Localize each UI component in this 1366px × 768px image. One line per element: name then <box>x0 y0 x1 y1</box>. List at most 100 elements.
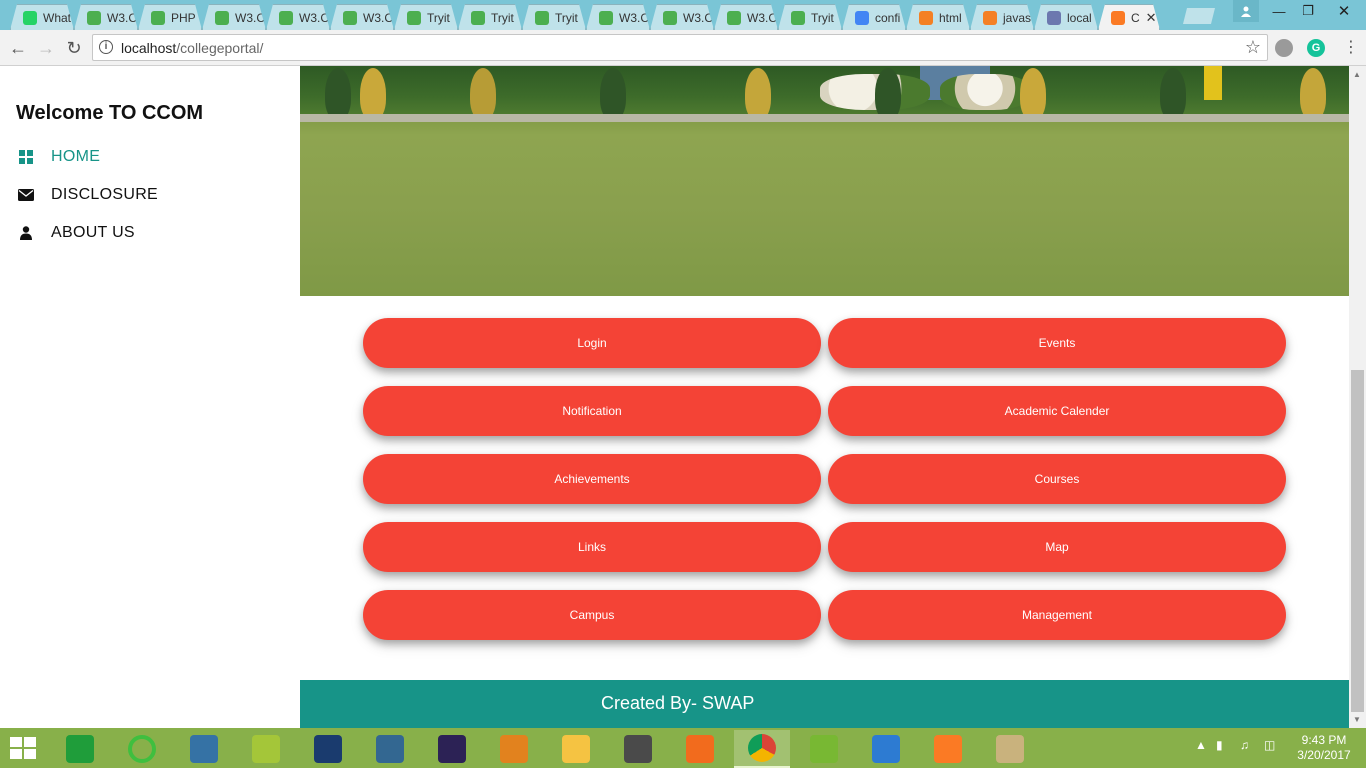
sidebar-item-disclosure[interactable]: DISCLOSURE <box>16 183 158 207</box>
network-icon[interactable]: ▮ <box>1216 738 1223 752</box>
campus-button[interactable]: Campus <box>363 590 821 640</box>
browser-tab[interactable]: html <box>906 4 970 30</box>
browser-tab[interactable]: W3.C <box>650 4 714 30</box>
grammarly-icon[interactable]: G <box>1307 39 1325 57</box>
achievements-button[interactable]: Achievements <box>363 454 821 504</box>
welcome-heading: Welcome TO CCOM <box>16 102 204 124</box>
tab-list: What W3.C PHP W3.C W3.C W3.C Tryit Tryit Tryit W3… <box>10 4 1160 30</box>
stackoverflow-icon <box>919 11 933 25</box>
browser-tab[interactable]: W3.C <box>266 4 330 30</box>
taskbar-app[interactable] <box>982 730 1038 768</box>
tree <box>875 68 901 120</box>
close-tab-icon[interactable]: ✕ <box>1146 10 1157 26</box>
store-icon <box>66 735 94 763</box>
taskbar-clock[interactable]: 9:43 PM 3/20/2017 <box>1292 733 1356 763</box>
taskbar-app[interactable] <box>114 730 170 768</box>
academic-calender-button[interactable]: Academic Calender <box>828 386 1286 436</box>
taskbar-app[interactable] <box>300 730 356 768</box>
info-icon[interactable]: i <box>99 40 113 54</box>
windows-start-icon[interactable] <box>10 737 38 761</box>
browser-tab[interactable]: W3.C <box>714 4 778 30</box>
url-text: localhost/collegeportal/ <box>121 40 264 56</box>
browser-tab[interactable]: W3.C <box>330 4 394 30</box>
chrome-icon <box>748 734 776 762</box>
page-scrollbar[interactable]: ▲ ▼ <box>1349 66 1366 728</box>
w3schools-icon <box>727 11 741 25</box>
taskbar-app[interactable] <box>424 730 480 768</box>
shrub <box>360 68 386 120</box>
taskbar-app[interactable] <box>548 730 604 768</box>
new-tab-button[interactable] <box>1183 8 1215 24</box>
close-window-button[interactable]: ✕ <box>1322 0 1366 22</box>
menu-icon[interactable]: ⋮ <box>1343 38 1359 58</box>
taskbar-app[interactable] <box>52 730 108 768</box>
browser-tab[interactable]: W3.C <box>586 4 650 30</box>
windows-taskbar: ▲ ▮ ♫ ◫ 9:43 PM 3/20/2017 <box>0 728 1366 768</box>
taskbar-app[interactable] <box>486 730 542 768</box>
python-icon <box>190 735 218 763</box>
taskbar-app[interactable] <box>796 730 852 768</box>
back-button[interactable]: ← <box>6 36 30 60</box>
taskbar-app[interactable] <box>734 730 790 768</box>
browser-tab[interactable]: What <box>10 4 74 30</box>
restore-button[interactable]: ❐ <box>1293 0 1323 22</box>
links-button[interactable]: Links <box>363 522 821 572</box>
clock-date: 3/20/2017 <box>1297 748 1351 762</box>
sidebar-item-home[interactable]: HOME <box>16 145 100 169</box>
events-button[interactable]: Events <box>828 318 1286 368</box>
whatsapp-icon <box>23 11 37 25</box>
tab-title: C <box>1131 10 1140 25</box>
management-button[interactable]: Management <box>828 590 1286 640</box>
w3schools-icon <box>535 11 549 25</box>
map-button[interactable]: Map <box>828 522 1286 572</box>
minimize-button[interactable]: — <box>1264 0 1294 22</box>
browser-tab[interactable]: W3.C <box>74 4 138 30</box>
scroll-down-icon[interactable]: ▼ <box>1353 715 1361 724</box>
browser-tab[interactable]: Tryit <box>394 4 458 30</box>
shrub <box>745 68 771 120</box>
browser-tab[interactable]: PHP <box>138 4 202 30</box>
google-icon <box>855 11 869 25</box>
taskbar-app[interactable] <box>610 730 666 768</box>
address-bar[interactable]: i localhost/collegeportal/ ☆ <box>92 34 1268 61</box>
taskbar-app[interactable] <box>238 730 294 768</box>
idm-icon <box>872 735 900 763</box>
circle-app-icon <box>128 735 156 763</box>
sidebar-item-label: HOME <box>51 148 101 165</box>
taskbar-app[interactable] <box>672 730 728 768</box>
sidebar-item-about-us[interactable]: ABOUT US <box>16 221 135 245</box>
browser-tab[interactable]: confi <box>842 4 906 30</box>
login-button[interactable]: Login <box>363 318 821 368</box>
bookmark-star-icon[interactable]: ☆ <box>1245 37 1261 58</box>
tab-title: Tryit <box>427 10 450 25</box>
browser-tab[interactable]: Tryit <box>522 4 586 30</box>
user-icon <box>16 225 36 241</box>
browser-tab[interactable]: W3.C <box>202 4 266 30</box>
browser-toolbar: ← → ↻ i localhost/collegeportal/ ☆ G ⋮ <box>0 30 1366 66</box>
browser-tab[interactable]: Tryit <box>778 4 842 30</box>
xampp-icon <box>934 735 962 763</box>
sidebar: Welcome TO CCOM HOME DISCLOSURE ABOUT US <box>0 66 300 728</box>
battery-icon[interactable]: ◫ <box>1264 738 1275 752</box>
tab-title: W3.C <box>619 10 649 25</box>
taskbar-app[interactable] <box>920 730 976 768</box>
tray-expand-icon[interactable]: ▲ <box>1195 738 1207 752</box>
extension-icon[interactable] <box>1275 39 1293 57</box>
volume-icon[interactable]: ♫ <box>1240 738 1249 752</box>
scrollbar-thumb[interactable] <box>1351 370 1364 712</box>
courses-button[interactable]: Courses <box>828 454 1286 504</box>
browser-tab[interactable]: local <box>1034 4 1098 30</box>
browser-tab[interactable]: javas <box>970 4 1034 30</box>
notification-button[interactable]: Notification <box>363 386 821 436</box>
forward-button[interactable]: → <box>34 36 58 60</box>
taskbar-app[interactable] <box>362 730 418 768</box>
browser-tab[interactable]: C ✕ <box>1098 4 1160 30</box>
profile-icon[interactable] <box>1233 0 1259 22</box>
tab-title: W3.C <box>235 10 265 25</box>
taskbar-app[interactable] <box>176 730 232 768</box>
tab-title: javas <box>1003 10 1032 25</box>
reload-button[interactable]: ↻ <box>62 36 86 60</box>
scroll-up-icon[interactable]: ▲ <box>1353 70 1361 79</box>
browser-tab[interactable]: Tryit <box>458 4 522 30</box>
taskbar-app[interactable] <box>858 730 914 768</box>
